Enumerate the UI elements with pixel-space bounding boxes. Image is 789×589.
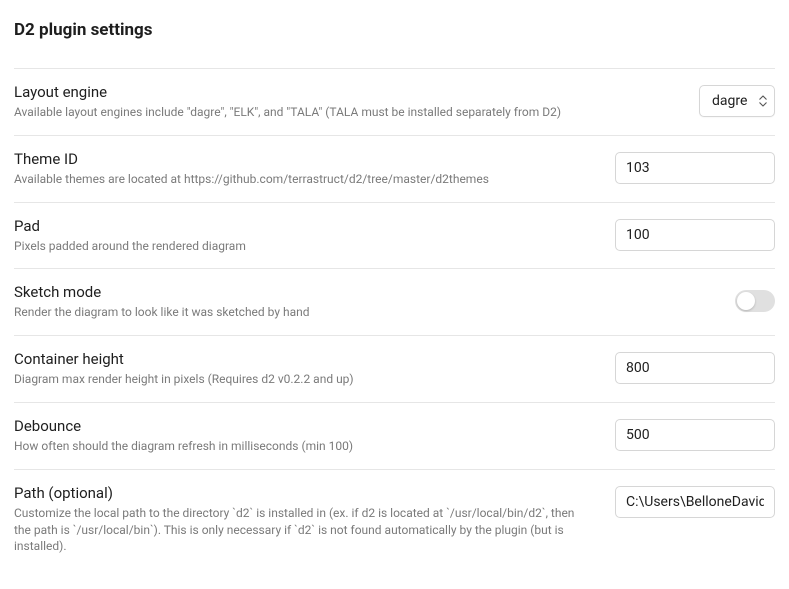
- setting-control: [615, 150, 775, 186]
- debounce-input[interactable]: [615, 419, 775, 451]
- setting-pad: Pad Pixels padded around the rendered di…: [14, 202, 775, 269]
- page-title: D2 plugin settings: [14, 20, 775, 40]
- setting-control: dagre: [699, 83, 775, 119]
- setting-control: [615, 217, 775, 253]
- pad-input[interactable]: [615, 219, 775, 251]
- setting-desc: Diagram max render height in pixels (Req…: [14, 371, 591, 388]
- toggle-knob: [737, 292, 755, 310]
- setting-layout-engine: Layout engine Available layout engines i…: [14, 68, 775, 135]
- select-wrapper: dagre: [699, 85, 775, 117]
- setting-info: Sketch mode Render the diagram to look l…: [14, 283, 711, 321]
- setting-sketch-mode: Sketch mode Render the diagram to look l…: [14, 268, 775, 335]
- setting-desc: Available themes are located at https://…: [14, 171, 591, 188]
- setting-label: Sketch mode: [14, 283, 711, 301]
- setting-label: Theme ID: [14, 150, 591, 168]
- setting-label: Pad: [14, 217, 591, 235]
- setting-debounce: Debounce How often should the diagram re…: [14, 402, 775, 469]
- setting-desc: Render the diagram to look like it was s…: [14, 304, 711, 321]
- setting-label: Layout engine: [14, 83, 675, 101]
- setting-control: [735, 283, 775, 319]
- path-input[interactable]: [615, 486, 775, 518]
- setting-control: [615, 484, 775, 520]
- setting-theme-id: Theme ID Available themes are located at…: [14, 135, 775, 202]
- layout-engine-select[interactable]: dagre: [699, 85, 775, 117]
- setting-info: Theme ID Available themes are located at…: [14, 150, 591, 188]
- setting-control: [615, 350, 775, 386]
- setting-control: [615, 417, 775, 453]
- setting-info: Debounce How often should the diagram re…: [14, 417, 591, 455]
- setting-label: Container height: [14, 350, 591, 368]
- setting-label: Path (optional): [14, 484, 591, 502]
- setting-container-height: Container height Diagram max render heig…: [14, 335, 775, 402]
- setting-info: Container height Diagram max render heig…: [14, 350, 591, 388]
- setting-desc: Customize the local path to the director…: [14, 505, 591, 555]
- setting-path: Path (optional) Customize the local path…: [14, 469, 775, 569]
- theme-id-input[interactable]: [615, 152, 775, 184]
- setting-info: Path (optional) Customize the local path…: [14, 484, 591, 555]
- container-height-input[interactable]: [615, 352, 775, 384]
- setting-info: Layout engine Available layout engines i…: [14, 83, 675, 121]
- setting-info: Pad Pixels padded around the rendered di…: [14, 217, 591, 255]
- setting-desc: Pixels padded around the rendered diagra…: [14, 238, 591, 255]
- setting-desc: Available layout engines include "dagre"…: [14, 104, 675, 121]
- setting-desc: How often should the diagram refresh in …: [14, 438, 591, 455]
- sketch-mode-toggle[interactable]: [735, 290, 775, 312]
- setting-label: Debounce: [14, 417, 591, 435]
